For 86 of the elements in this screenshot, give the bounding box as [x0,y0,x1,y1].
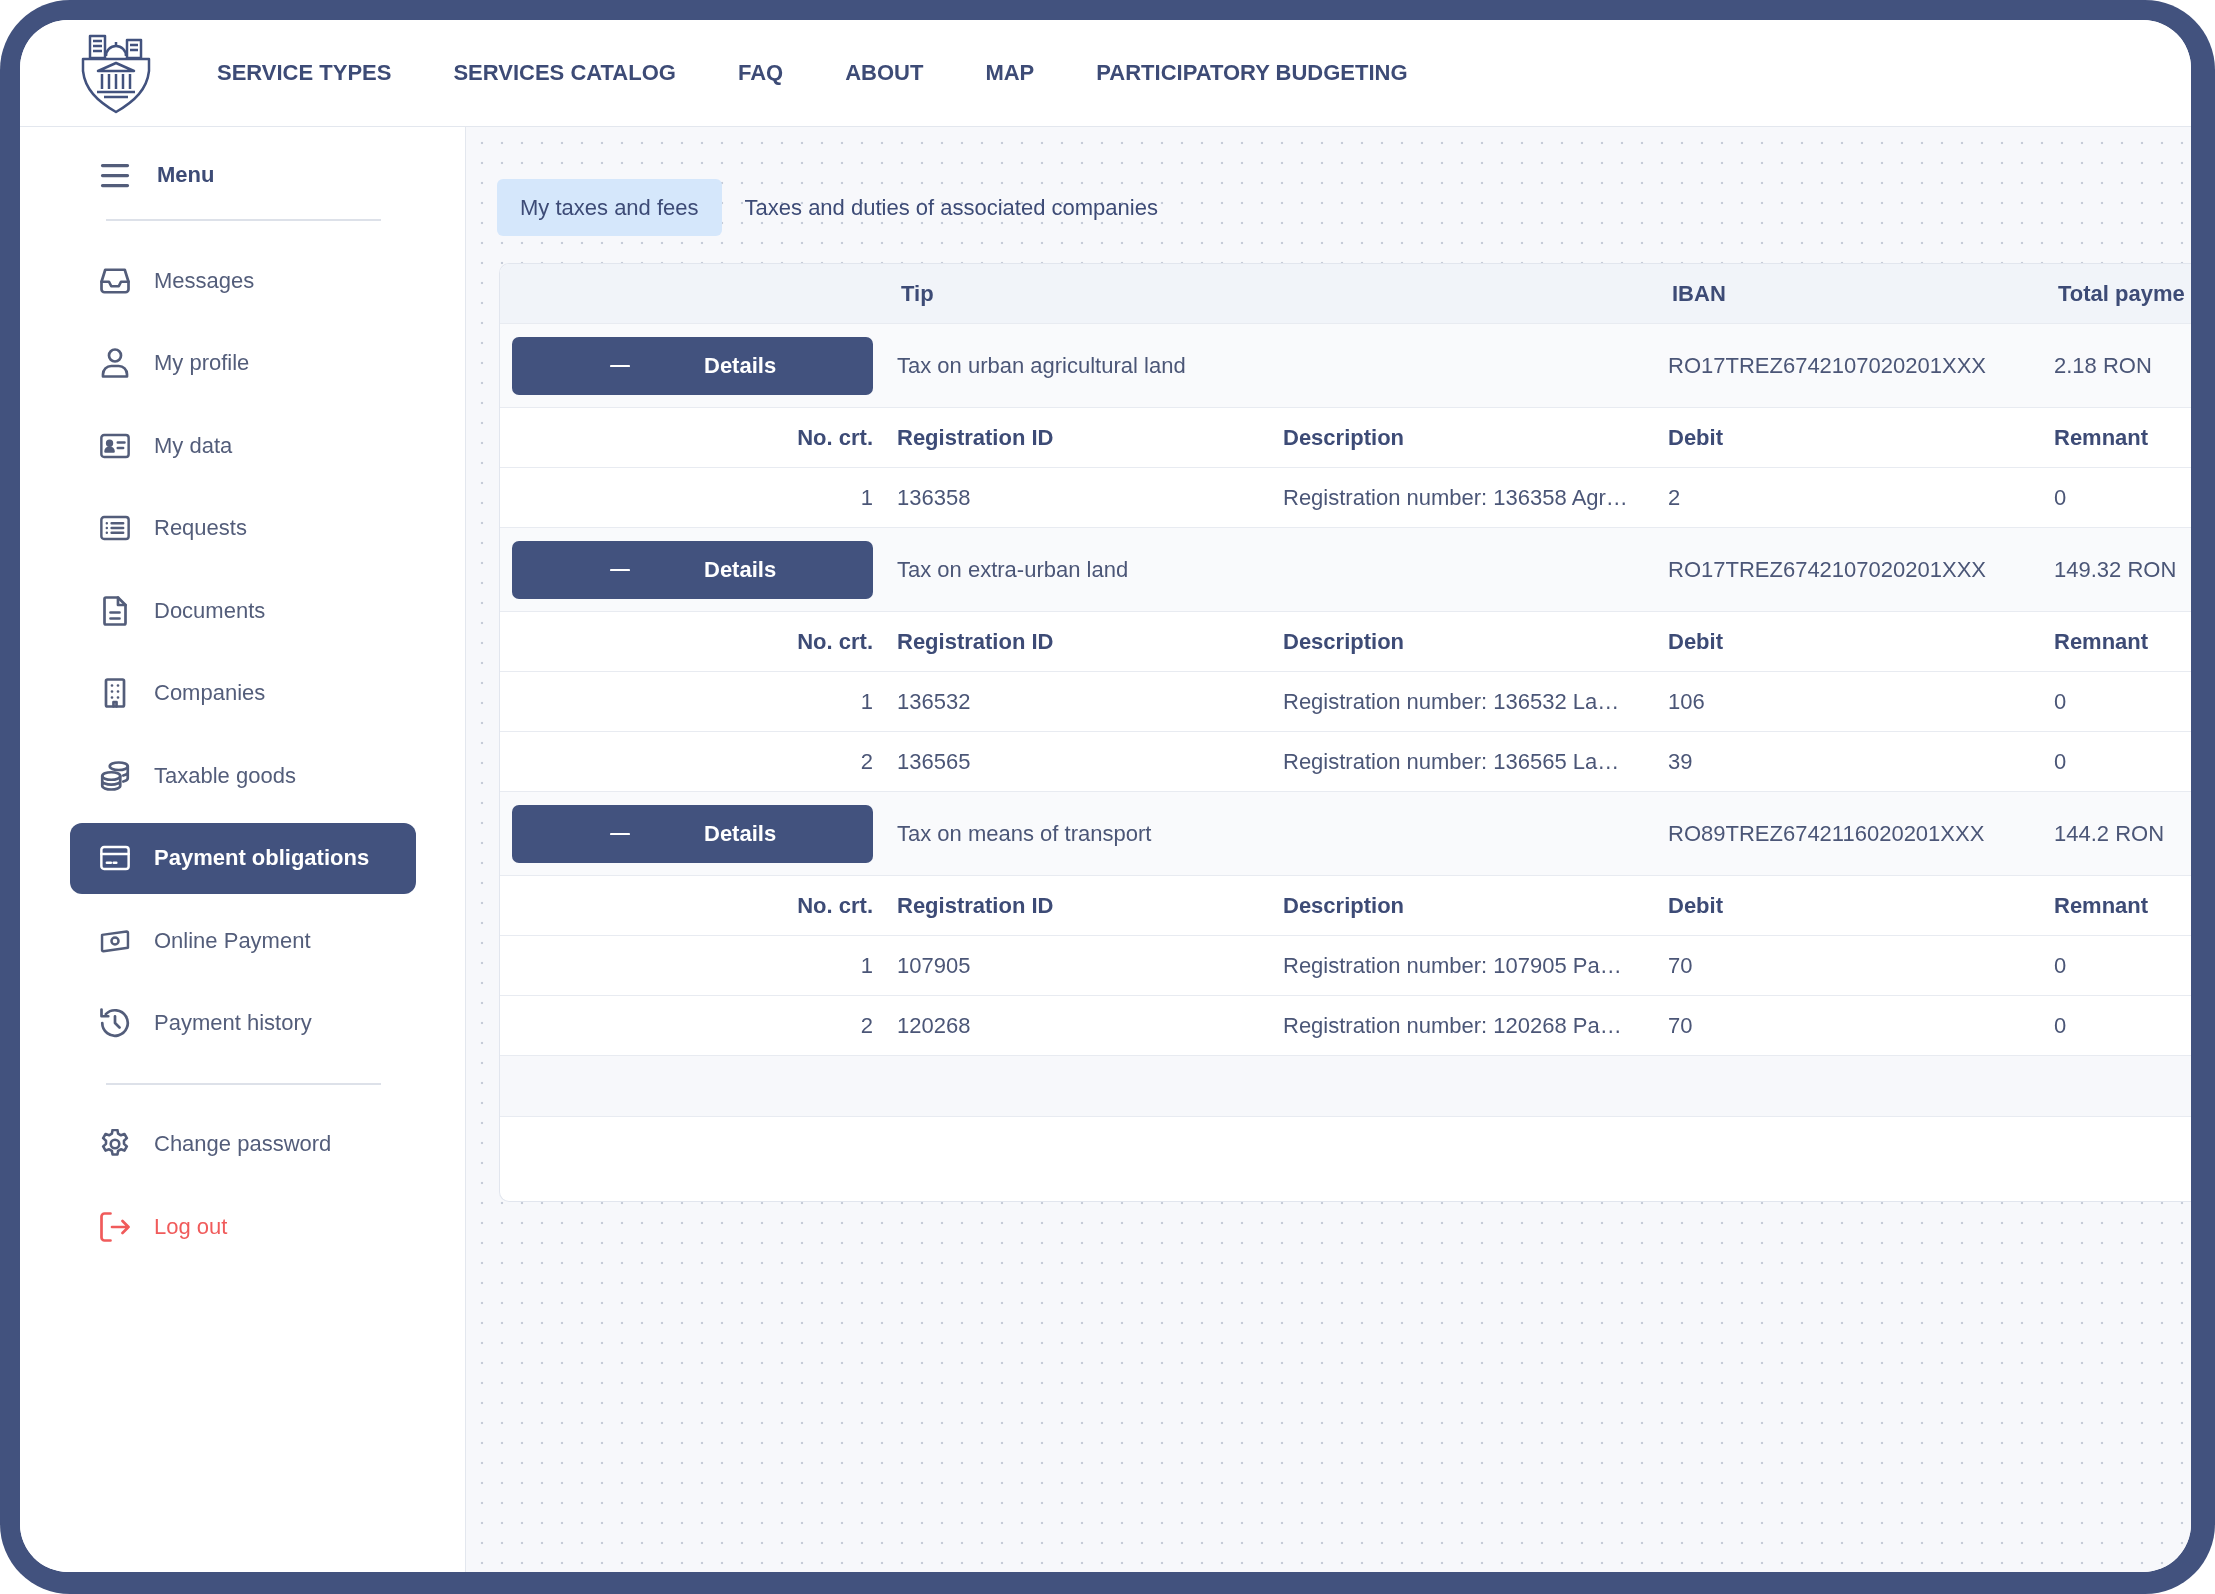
column-header: Registration ID [896,628,1055,655]
sidebar-item[interactable]: Change password [70,1108,416,1180]
table-cell-text: Tax on means of transport [896,820,1153,847]
sidebar-item[interactable]: My profile [70,327,416,399]
table-cell-text: 2.18 RON [2053,352,2153,379]
sidebar-item[interactable]: My data [70,410,416,481]
table-cell-text: 0 [2053,952,2068,979]
table-cell-text: 106 [1667,688,1706,715]
table-cell-text: RO17TREZ6742107020201XXX [1667,556,1987,583]
table-cell-text: RO17TREZ6742107020201XXX [1667,352,1987,379]
history-icon [100,1008,130,1038]
credit-card-icon [100,843,130,873]
nav-link[interactable]: FAQ [737,60,784,86]
tab[interactable]: My taxes and fees [497,179,722,236]
sidebar-item[interactable]: Payment history [70,987,416,1059]
column-header: Remnant [2053,424,2150,451]
sidebar-item[interactable]: Taxable goods [70,740,416,811]
table-cell-text: 144.2 RON [2053,820,2166,847]
table-cell-text: 1 [859,484,874,511]
column-header: Debit [1667,424,1724,451]
column-header: Tip [900,280,935,307]
table-cell-text: 2 [859,748,874,775]
table-cell-text: 1 [859,952,874,979]
sidebar-item[interactable]: Messages [70,245,416,316]
column-header: Debit [1667,628,1724,655]
coins-icon [100,760,130,791]
table-cell-text: Registration number: 136532 La… [1282,688,1621,715]
table-cell-text: 107905 [896,952,972,979]
table-cell-text: 149.32 RON [2053,556,2178,583]
table-cell-text: RO89TREZ6742116020201XXX [1667,820,1986,847]
table-cell-text: 1 [859,688,874,715]
table-cell-text: Registration number: 120268 Pa… [1282,1012,1623,1039]
column-header: Description [1282,424,1406,451]
column-header: No. crt. [796,424,874,451]
nav-link[interactable]: SERVICE TYPES [217,60,392,86]
document-icon [100,595,130,626]
table-cell-text: 136358 [896,484,972,511]
table-cell-text: 70 [1667,952,1694,979]
nav-link[interactable]: ABOUT [845,60,924,86]
column-header: No. crt. [796,628,874,655]
table-cell-text: Tax on extra-urban land [896,556,1130,583]
details-button[interactable]: Details [512,804,873,863]
table-cell-text: 2 [1667,484,1682,511]
column-header: Total payme [2057,280,2186,307]
table-cell-text: 0 [2053,748,2068,775]
menu-icon[interactable] [100,162,130,188]
list-icon [100,513,130,543]
column-header: Description [1282,628,1406,655]
table-cell-text: Registration number: 136565 La… [1282,748,1621,775]
menu-title: Menu [157,162,215,188]
table-cell-text: 136565 [896,748,972,775]
nav-link[interactable]: PARTICIPATORY BUDGETING [1096,60,1408,86]
user-icon [100,348,130,378]
nav-link[interactable]: SERVICES CATALOG [453,60,676,86]
table-cell-text: 120268 [896,1012,972,1039]
sidebar-item[interactable]: Documents [70,575,416,646]
column-header: No. crt. [796,892,874,919]
details-button[interactable]: Details [512,540,873,599]
details-button[interactable]: Details [512,336,873,395]
inbox-icon [100,265,130,296]
column-header: Remnant [2053,628,2150,655]
table-cell-text: 0 [2053,484,2068,511]
logout-icon [100,1211,130,1242]
table-cell-text: 70 [1667,1012,1694,1039]
column-header: Remnant [2053,892,2150,919]
table-cell-text: 0 [2053,688,2068,715]
table-cell-text: 0 [2053,1012,2068,1039]
table-cell-text: 136532 [896,688,972,715]
tab[interactable]: Taxes and duties of associated companies [721,179,1181,236]
column-header: Debit [1667,892,1724,919]
nav-link[interactable]: MAP [985,60,1035,86]
column-header: Description [1282,892,1406,919]
column-header: Registration ID [896,424,1055,451]
city-crest-logo[interactable] [80,32,152,114]
table-cell-text: Registration number: 136358 Agr… [1282,484,1629,511]
sidebar-item[interactable]: Online Payment [70,905,416,976]
settings-icon [100,1129,130,1159]
column-header: Registration ID [896,892,1055,919]
column-header: IBAN [1671,280,1727,307]
table-cell-text: 2 [859,1012,874,1039]
table-cell-text: Tax on urban agricultural land [896,352,1187,379]
table-cell-text: 39 [1667,748,1694,775]
table-cell-text: Registration number: 107905 Pa… [1282,952,1623,979]
sidebar-item[interactable]: Companies [70,657,416,729]
sidebar-item[interactable]: Requests [70,492,416,564]
sidebar-item[interactable]: Payment obligations [70,822,416,894]
